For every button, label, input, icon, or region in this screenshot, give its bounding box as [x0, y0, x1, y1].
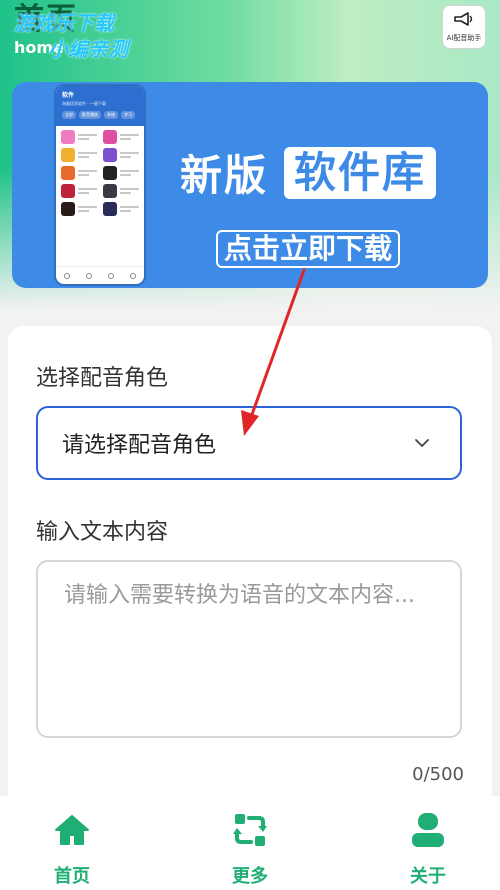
role-select[interactable]: 请选择配音角色 [36, 406, 462, 480]
tab-home[interactable]: 首页 [30, 796, 114, 890]
software-library-banner[interactable]: 软件 海量优质软件 · 一键下载 全部 影音播放 系统 学习 新版 软件库 点击… [12, 82, 488, 288]
dubbing-form-card: 选择配音角色 请选择配音角色 输入文本内容 0/500 [8, 326, 492, 816]
text-content-input[interactable] [36, 560, 462, 738]
megaphone-icon [453, 11, 475, 31]
phone-subtitle: 海量优质软件 · 一键下载 [62, 101, 106, 106]
ai-badge-label: AI配音助手 [446, 34, 482, 42]
user-icon [409, 812, 447, 848]
download-now-button[interactable]: 点击立即下载 [216, 230, 401, 268]
phone-tab: 影音播放 [79, 111, 101, 119]
character-counter: 0/500 [412, 764, 464, 785]
tab-about[interactable]: 关于 [386, 796, 470, 890]
phone-tab: 全部 [62, 111, 76, 119]
watermark-line-1: 游戏乐下载 [14, 11, 114, 35]
phone-mockup-image: 软件 海量优质软件 · 一键下载 全部 影音播放 系统 学习 [56, 86, 144, 284]
phone-title: 软件 [62, 92, 75, 99]
phone-tab: 系统 [104, 111, 118, 119]
watermark-line-2: 小编亲测 [48, 37, 128, 61]
banner-title-highlight: 软件库 [284, 146, 437, 199]
banner-title-plain: 新版 [180, 151, 269, 200]
phone-tab: 学习 [121, 111, 135, 119]
banner-title: 新版 软件库 [180, 142, 437, 203]
refresh-icon [231, 812, 269, 848]
watermark: 游戏乐下载 小编亲测 [14, 10, 154, 62]
tab-about-label: 关于 [410, 866, 446, 887]
tab-home-label: 首页 [54, 866, 90, 887]
role-label: 选择配音角色 [36, 366, 169, 391]
bottom-tab-bar: 首页 更多 关于 [0, 796, 500, 890]
tab-more[interactable]: 更多 [208, 796, 292, 890]
home-icon [53, 812, 91, 848]
text-content-label: 输入文本内容 [36, 520, 169, 545]
ai-dubbing-assistant-button[interactable]: AI配音助手 [442, 5, 486, 49]
tab-more-label: 更多 [232, 866, 268, 887]
chevron-down-icon [408, 429, 436, 457]
role-select-value: 请选择配音角色 [62, 433, 217, 458]
